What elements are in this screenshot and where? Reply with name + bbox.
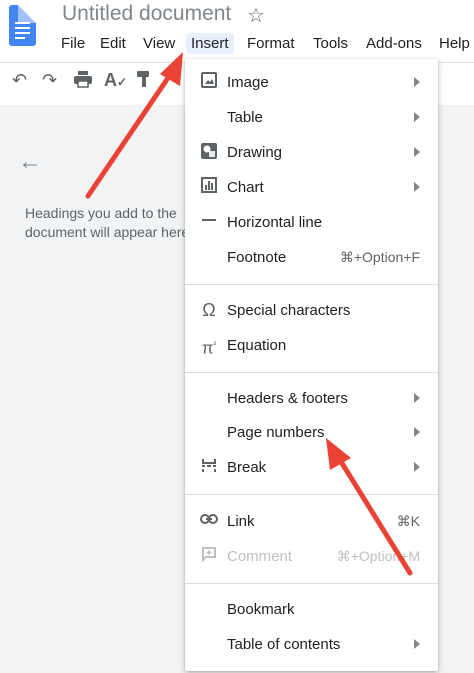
arrow-to-insert-menu [85, 52, 183, 199]
arrow-to-page-numbers [326, 438, 413, 576]
annotation-arrows [85, 52, 413, 576]
